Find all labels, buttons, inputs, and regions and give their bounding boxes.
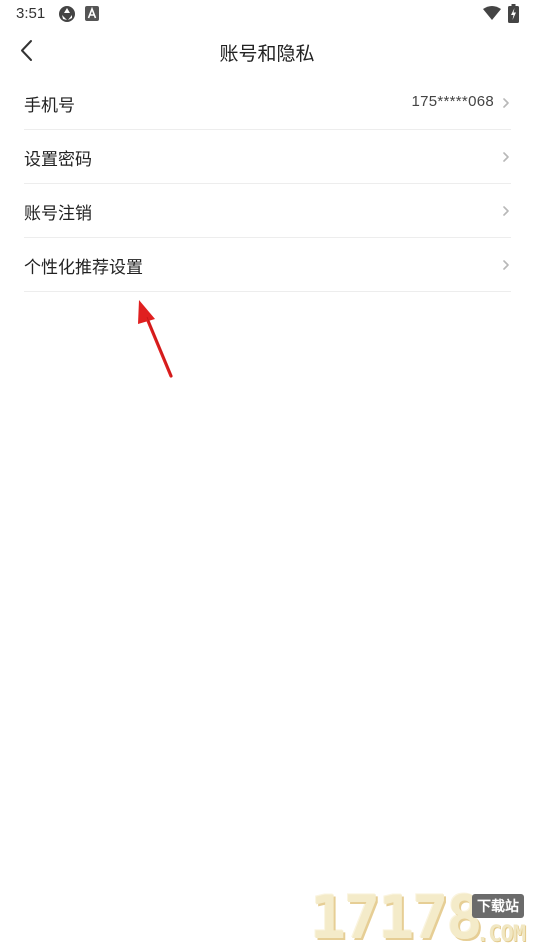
- settings-list: 手机号 175*****068 设置密码 账号注销 个性化推荐设置: [24, 76, 511, 292]
- row-phone-number[interactable]: 手机号 175*****068: [24, 76, 511, 130]
- row-personalized-recommendation[interactable]: 个性化推荐设置: [24, 238, 511, 292]
- chevron-right-icon: [503, 260, 509, 270]
- row-set-password[interactable]: 设置密码: [24, 130, 511, 184]
- watermark-badge: 下载站: [472, 894, 524, 918]
- chevron-right-icon: [503, 98, 509, 108]
- row-account-deletion[interactable]: 账号注销: [24, 184, 511, 238]
- watermark-domain: .COM: [476, 922, 526, 947]
- row-label: 设置密码: [24, 150, 92, 170]
- watermark-logo: 17178 下载站 .COM: [306, 884, 534, 950]
- battery-charging-icon: [508, 4, 519, 27]
- red-arrow-icon: [138, 300, 173, 378]
- a-badge-icon: [85, 6, 99, 25]
- title-bar: 账号和隐私: [0, 28, 534, 74]
- page-title: 账号和隐私: [219, 43, 315, 65]
- row-label: 账号注销: [24, 204, 92, 224]
- aperture-icon: [58, 5, 76, 27]
- chevron-right-icon: [503, 152, 509, 162]
- row-label: 个性化推荐设置: [24, 258, 143, 278]
- status-bar: 3:51: [0, 0, 534, 28]
- status-time: 3:51: [16, 5, 46, 22]
- row-label: 手机号: [24, 96, 75, 116]
- row-value: 175*****068: [411, 93, 494, 110]
- chevron-right-icon: [503, 206, 509, 216]
- wifi-icon: [483, 6, 501, 25]
- watermark-digits: 17178: [310, 883, 483, 950]
